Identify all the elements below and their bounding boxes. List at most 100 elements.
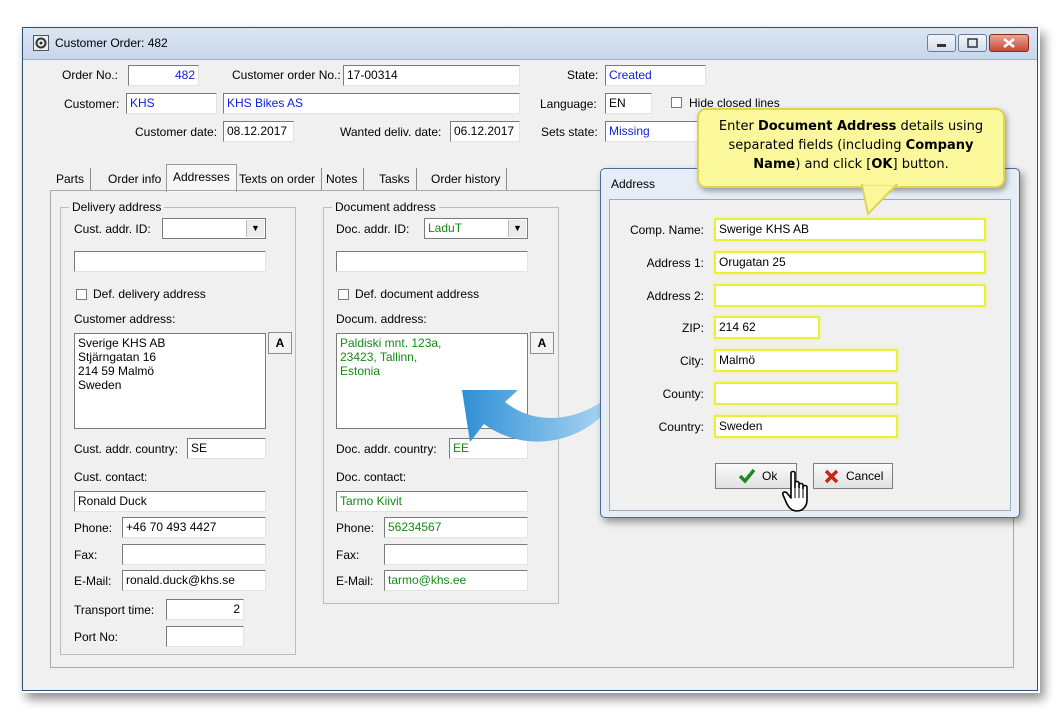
tab-texts-on-order[interactable]: Texts on order	[233, 168, 323, 190]
cust-addr-country-field[interactable]: SE	[187, 438, 266, 459]
doc-addr-id-label: Doc. addr. ID:	[336, 222, 410, 236]
order-no-label: Order No.:	[62, 68, 119, 82]
county-label: County:	[662, 387, 704, 401]
delivery-email-field[interactable]: ronald.duck@khs.se	[122, 570, 266, 591]
customer-code-field[interactable]: KHS	[126, 93, 217, 114]
def-document-address-checkbox[interactable]	[338, 289, 349, 300]
hand-cursor-icon	[782, 470, 808, 512]
callout-text-4: ] button.	[892, 157, 949, 172]
cust-addr-id-select[interactable]: ▼	[162, 218, 266, 239]
chevron-down-icon[interactable]: ▼	[246, 220, 264, 237]
tab-order-info[interactable]: Order info	[102, 168, 169, 190]
def-document-address-label: Def. document address	[355, 287, 480, 301]
window-title: Customer Order: 482	[55, 36, 168, 50]
def-delivery-address-checkbox[interactable]	[76, 289, 87, 300]
delivery-fax-label: Fax:	[74, 548, 98, 562]
delivery-phone-label: Phone:	[74, 521, 113, 535]
language-field[interactable]: EN	[605, 93, 652, 114]
address-dialog-title: Address	[611, 177, 656, 191]
close-icon	[1003, 38, 1015, 48]
document-phone-field[interactable]: 56234567	[384, 517, 528, 538]
delivery-address-title: Delivery address	[69, 200, 165, 214]
language-label: Language:	[540, 97, 597, 111]
delivery-extra-field[interactable]	[74, 251, 266, 272]
doc-addr-id-select[interactable]: LaduT ▼	[424, 218, 528, 239]
ok-label: Ok	[762, 469, 778, 483]
port-no-label: Port No:	[74, 630, 119, 644]
title-bar: Customer Order: 482	[23, 28, 1037, 60]
cust-addr-country-label: Cust. addr. country:	[74, 442, 179, 456]
docum-address-label: Docum. address:	[336, 312, 427, 326]
hide-closed-lines-checkbox[interactable]	[671, 97, 682, 108]
county-field[interactable]	[714, 382, 898, 405]
address2-field[interactable]	[714, 284, 986, 307]
checkmark-icon	[738, 468, 756, 484]
sets-state-field[interactable]: Missing	[605, 121, 706, 142]
callout-text-3: ) and click [	[795, 157, 872, 172]
wanted-date-label: Wanted deliv. date:	[340, 125, 442, 139]
cust-addr-id-label: Cust. addr. ID:	[74, 222, 151, 236]
customer-order-no-label: Customer order No.:	[232, 68, 341, 82]
delivery-phone-field[interactable]: +46 70 493 4427	[122, 517, 266, 538]
maximize-button[interactable]	[958, 34, 987, 52]
comp-name-field[interactable]: Swerige KHS AB	[714, 218, 986, 241]
cust-contact-field[interactable]: Ronald Duck	[74, 491, 266, 512]
instruction-callout: Enter Document Address details using sep…	[697, 108, 1005, 188]
doc-contact-label: Doc. contact:	[336, 470, 407, 484]
tab-order-history[interactable]: Order history	[425, 168, 508, 190]
order-no-field[interactable]: 482	[128, 65, 199, 86]
minimize-button[interactable]	[927, 34, 956, 52]
cross-icon	[824, 469, 839, 484]
customer-date-label: Customer date:	[135, 125, 218, 139]
maximize-icon	[967, 38, 978, 48]
sets-state-label: Sets state:	[541, 125, 598, 139]
minimize-icon	[937, 44, 946, 47]
callout-bold-document-address: Document Address	[757, 119, 897, 134]
chevron-down-icon[interactable]: ▼	[508, 220, 526, 237]
callout-pointer	[860, 184, 899, 217]
cancel-label: Cancel	[846, 469, 884, 483]
customer-date-field[interactable]: 08.12.2017	[223, 121, 294, 142]
transport-time-field[interactable]: 2	[166, 599, 244, 620]
tab-tasks[interactable]: Tasks	[373, 168, 417, 190]
document-fax-label: Fax:	[336, 548, 360, 562]
city-field[interactable]: Malmö	[714, 349, 898, 372]
tab-parts[interactable]: Parts	[50, 168, 92, 190]
customer-label: Customer:	[64, 97, 120, 111]
doc-addr-country-label: Doc. addr. country:	[336, 442, 437, 456]
cancel-button[interactable]: Cancel	[813, 463, 893, 489]
cust-contact-label: Cust. contact:	[74, 470, 148, 484]
customer-address-memo[interactable]: Sverige KHS AB Stjärngatan 16 214 59 Mal…	[74, 333, 266, 429]
doc-contact-field[interactable]: Tarmo Kiivit	[336, 491, 528, 512]
callout-bold-ok: OK	[871, 157, 893, 172]
country-label: Country:	[658, 420, 704, 434]
def-delivery-address-label: Def. delivery address	[93, 287, 206, 301]
customer-name-field[interactable]: KHS Bikes AS	[223, 93, 520, 114]
document-address-title: Document address	[332, 200, 439, 214]
comp-name-label: Comp. Name:	[629, 223, 704, 237]
wanted-date-field[interactable]: 06.12.2017	[450, 121, 520, 142]
tab-notes[interactable]: Notes	[320, 168, 365, 190]
address2-label: Address 2:	[646, 289, 704, 303]
callout-text-1: Enter	[718, 119, 758, 134]
document-extra-field[interactable]	[336, 251, 528, 272]
delivery-fax-field[interactable]	[122, 544, 266, 565]
port-no-field[interactable]	[166, 626, 244, 647]
state-field[interactable]: Created	[605, 65, 706, 86]
address1-field[interactable]: Orugatan 25	[714, 251, 986, 274]
document-phone-label: Phone:	[336, 521, 375, 535]
document-email-field[interactable]: tarmo@khs.ee	[384, 570, 528, 591]
close-button[interactable]	[989, 34, 1029, 52]
country-field[interactable]: Sweden	[714, 415, 898, 438]
document-address-a-button[interactable]: A	[530, 332, 554, 354]
doc-addr-id-value: LaduT	[428, 221, 463, 235]
delivery-email-label: E-Mail:	[74, 574, 112, 588]
transport-time-label: Transport time:	[74, 603, 155, 617]
customer-address-label: Customer address:	[74, 312, 176, 326]
document-fax-field[interactable]	[384, 544, 528, 565]
delivery-address-a-button[interactable]: A	[268, 332, 292, 354]
tab-addresses[interactable]: Addresses	[166, 164, 237, 192]
zip-field[interactable]: 214 62	[714, 316, 820, 339]
customer-order-no-field[interactable]: 17-00314	[343, 65, 520, 86]
address1-label: Address 1:	[646, 256, 704, 270]
